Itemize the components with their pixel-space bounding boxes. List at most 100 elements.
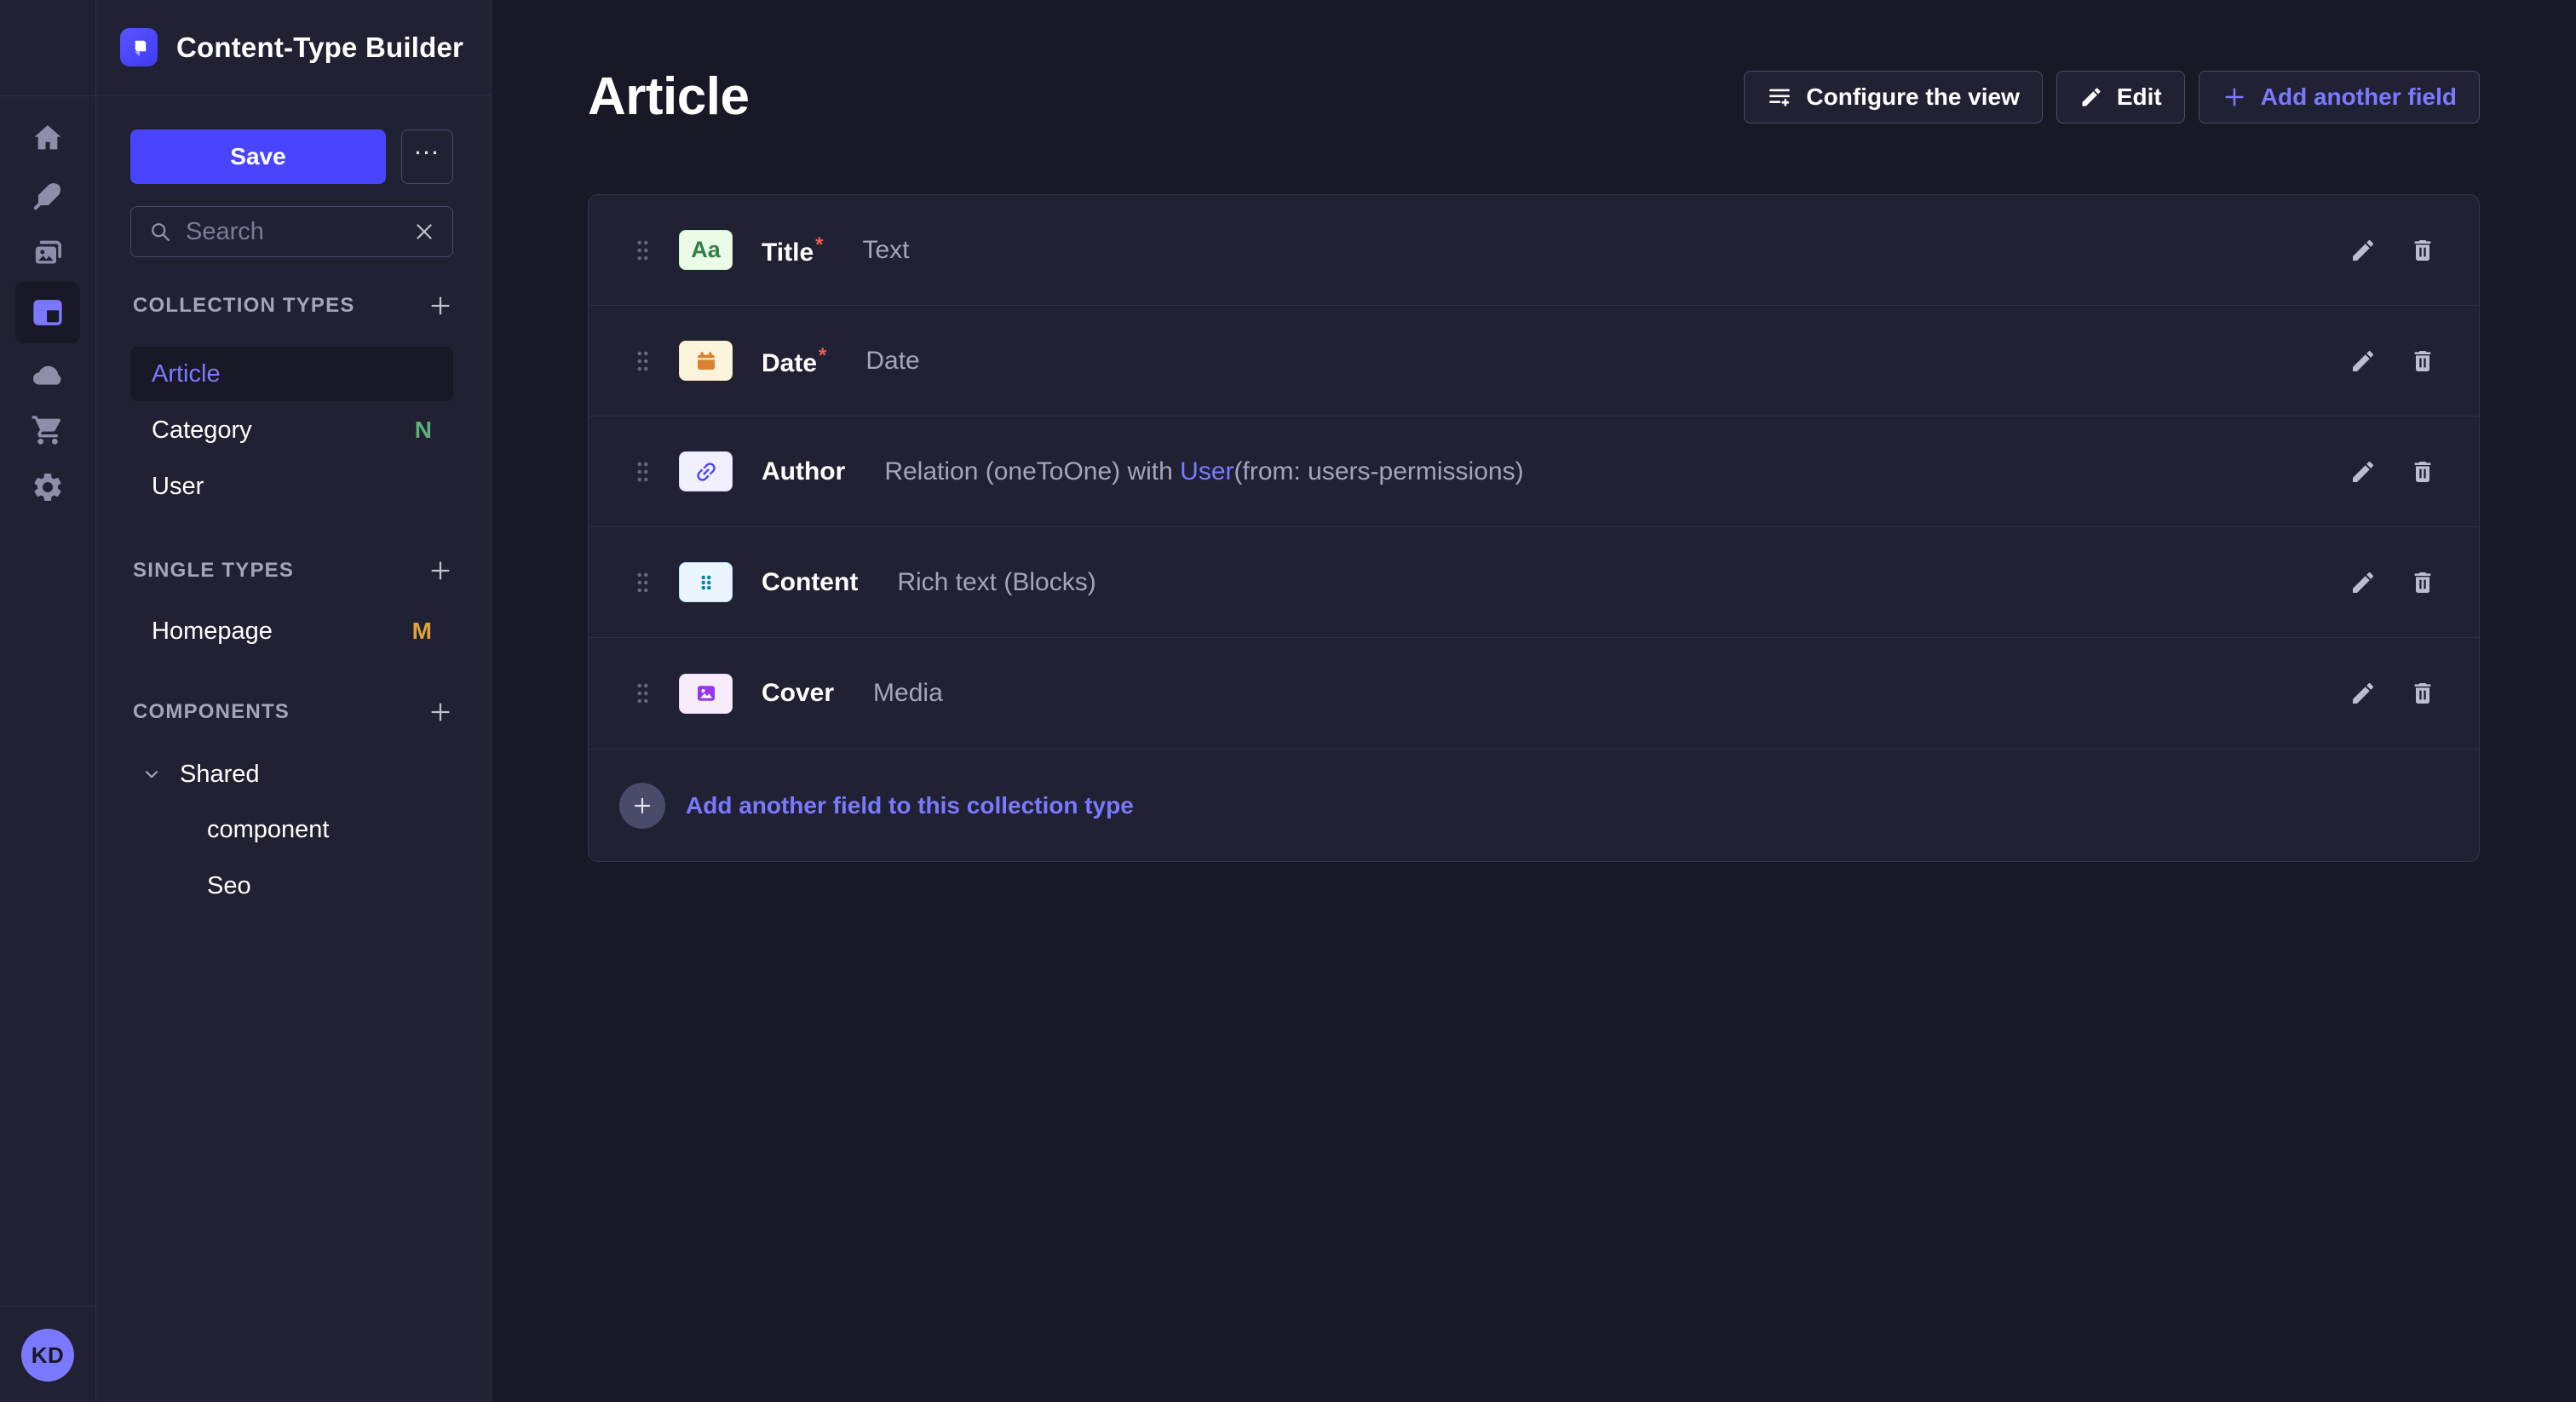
sidebar-item-component[interactable]: component [130,802,453,858]
button-label: Configure the view [1806,83,2019,111]
trash-icon [2409,237,2436,264]
content-type-builder-icon[interactable] [15,282,80,343]
field-type: Text [862,236,909,265]
plus-icon [428,699,453,725]
relation-target-link[interactable]: User [1180,457,1233,486]
field-row-cover: Cover Media [589,638,2479,749]
edit-field-button[interactable] [2344,564,2382,601]
sidebar-item-homepage[interactable]: Homepage M [130,604,453,658]
nav-item-label: Category [152,417,252,445]
sidebar-item-user[interactable]: User [130,459,453,514]
collection-types-header: COLLECTION TYPES [130,293,453,319]
content-type-title: Article [588,66,749,127]
drag-handle-icon[interactable] [636,683,653,704]
edit-field-button[interactable] [2344,232,2382,269]
sidebar-item-seo[interactable]: Seo [130,858,453,914]
delete-field-button[interactable] [2404,232,2441,269]
section-label: SINGLE TYPES [133,559,294,583]
nav-item-label: User [152,473,204,501]
nav-item-label: Seo [207,872,251,900]
search-icon [148,220,172,244]
main-nav-rail: KD [0,0,96,1402]
field-name: Author [762,457,845,486]
field-row-author: Author Relation (oneToOne) with User(fro… [589,417,2479,527]
pencil-icon [2349,458,2377,486]
delete-field-button[interactable] [2404,675,2441,712]
ctb-sidebar: Content-Type Builder Save ⋯ [96,0,492,1402]
edit-field-button[interactable] [2344,342,2382,380]
trash-icon [2409,348,2436,375]
chevron-down-icon [141,763,163,785]
add-component-button[interactable] [428,699,453,725]
trash-icon [2409,569,2436,596]
edit-field-button[interactable] [2344,675,2382,712]
trash-icon [2409,458,2436,486]
save-button[interactable]: Save [130,129,386,184]
edit-field-button[interactable] [2344,453,2382,491]
single-types-header: SINGLE TYPES [130,558,453,583]
marketplace-icon[interactable] [29,411,66,449]
sidebar-search [130,206,453,257]
media-field-icon [679,674,733,714]
search-input[interactable] [186,218,400,246]
delete-field-button[interactable] [2404,342,2441,380]
edit-button[interactable]: Edit [2056,71,2185,124]
component-group-shared[interactable]: Shared [130,747,453,802]
date-field-icon [679,341,733,381]
nav-item-label: Article [152,360,221,388]
pencil-icon [2079,85,2103,109]
drag-handle-icon[interactable] [636,462,653,482]
add-field-to-collection-link[interactable]: Add another field to this collection typ… [686,792,1134,819]
add-collection-type-button[interactable] [428,293,453,319]
group-label: Shared [180,761,260,789]
drag-handle-icon[interactable] [636,351,653,371]
settings-icon[interactable] [29,468,66,506]
sidebar-item-article[interactable]: Article [130,347,453,401]
add-single-type-button[interactable] [428,558,453,583]
delete-field-button[interactable] [2404,564,2441,601]
deploy-cloud-icon[interactable] [29,356,66,394]
more-options-button[interactable]: ⋯ [401,129,453,184]
required-asterisk: * [819,344,826,367]
field-name: Cover [762,679,834,708]
field-row-content: Content Rich text (Blocks) [589,527,2479,638]
nav-item-label: Homepage [152,618,273,646]
add-field-circle-button[interactable] [619,783,665,829]
add-another-field-button[interactable]: Add another field [2199,71,2480,124]
sidebar-header: Content-Type Builder [96,0,491,95]
sidebar-item-category[interactable]: Category N [130,403,453,457]
plus-icon [631,795,653,817]
home-icon[interactable] [29,119,66,157]
nav-item-label: component [207,816,330,844]
content-manager-icon[interactable] [29,177,66,215]
components-header: COMPONENTS [130,699,453,725]
configure-view-button[interactable]: Configure the view [1744,71,2042,124]
section-label: COLLECTION TYPES [133,294,355,318]
configure-list-icon [1767,84,1792,110]
search-clear-button[interactable] [413,221,435,243]
field-type: Media [873,679,943,708]
panel-footer: Add another field to this collection typ… [589,749,2479,861]
field-name: Content [762,568,858,597]
strapi-logo-icon [120,28,158,66]
trash-icon [2409,680,2436,707]
rail-divider-top [0,95,95,96]
ellipsis-icon: ⋯ [414,138,441,168]
button-label: Edit [2117,83,2162,111]
user-avatar[interactable]: KD [21,1329,74,1382]
media-library-icon[interactable] [29,234,66,272]
fields-panel: Aa Title* Text [588,194,2480,862]
field-row-date: Date* Date [589,306,2479,417]
blocks-field-icon [679,562,733,602]
drag-handle-icon[interactable] [636,572,653,593]
field-type: Relation (oneToOne) with User(from: user… [884,457,1523,486]
required-asterisk: * [815,233,823,256]
delete-field-button[interactable] [2404,453,2441,491]
section-label: COMPONENTS [133,700,290,724]
field-type: Rich text (Blocks) [897,568,1095,597]
drag-handle-icon[interactable] [636,240,653,261]
plus-icon [428,558,453,583]
rail-divider-bottom [0,1306,96,1307]
field-name: Date* [762,344,826,378]
main-content: Article Configure the view Edit [492,0,2576,1402]
